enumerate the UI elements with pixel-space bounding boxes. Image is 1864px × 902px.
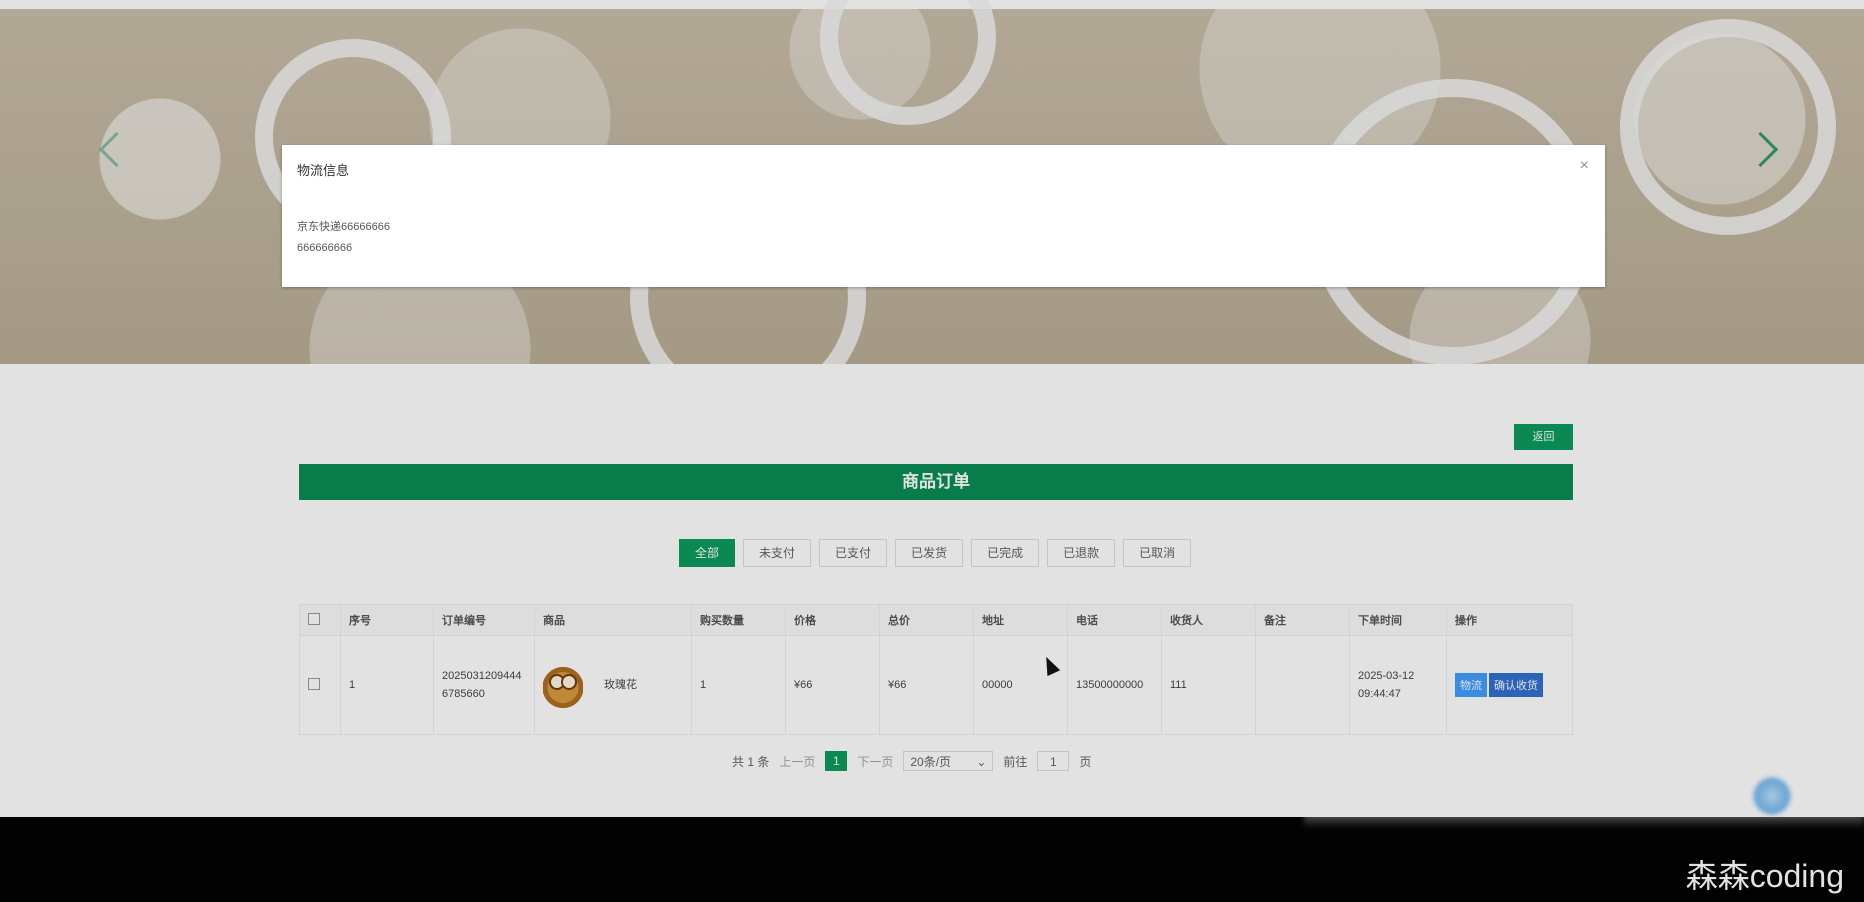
logistics-dialog: 物流信息 × 京东快递66666666 666666666: [282, 145, 1605, 287]
logistics-number-line: 666666666: [297, 242, 353, 254]
dialog-title: 物流信息: [297, 163, 350, 178]
close-icon[interactable]: ×: [1580, 157, 1589, 175]
modal-backdrop[interactable]: [0, 0, 1864, 902]
logistics-company-line: 京东快递66666666: [297, 221, 390, 233]
